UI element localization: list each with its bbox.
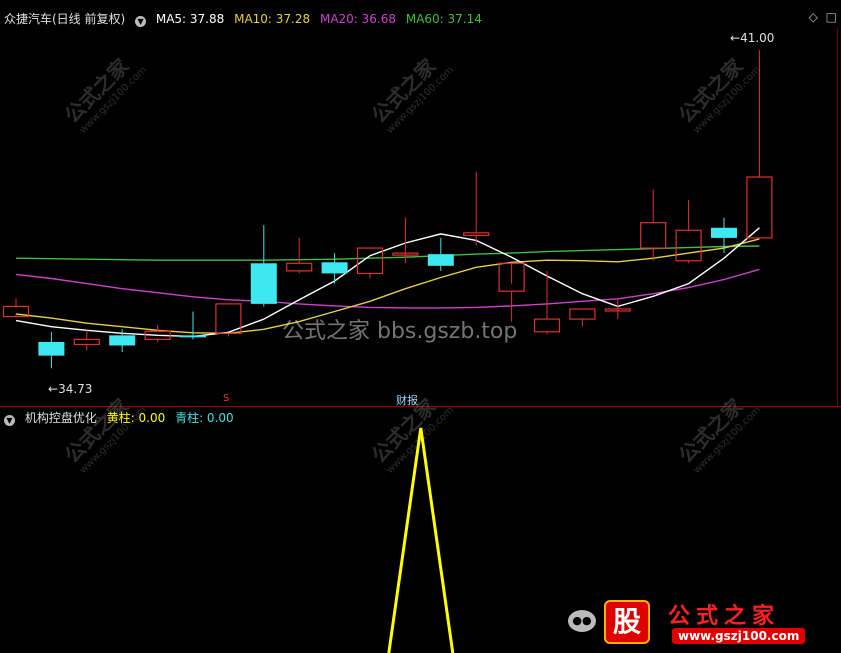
center-watermark: 公式之家 bbs.gszb.top xyxy=(282,319,518,344)
candle-body-up xyxy=(180,335,206,338)
top-right-controls: ◇ □ xyxy=(805,10,837,24)
ma20-line xyxy=(15,268,760,309)
candle-body-down xyxy=(640,222,667,249)
stock-chart-window: 众捷汽车(日线 前复权) ▼ MA5: 37.88 MA10: 37.28 MA… xyxy=(0,0,841,653)
dropdown-icon[interactable]: ▼ xyxy=(135,16,147,27)
cyan-bar-value: 青柱: 0.00 xyxy=(175,411,234,425)
candle-body-down xyxy=(286,262,313,272)
gu-badge: 股 xyxy=(604,600,650,644)
high-price-label: ←41.00 xyxy=(730,31,775,45)
candle-body-up xyxy=(109,335,136,346)
wechat-icon: ●● xyxy=(568,610,596,632)
brand-logo: ●● 股 公式之家 www.gszj100.com xyxy=(568,598,836,650)
candle-body-down xyxy=(73,338,100,346)
high-price-value: 41.00 xyxy=(740,31,775,45)
brand-url: www.gszj100.com xyxy=(672,628,806,644)
brand-name: 公式之家 xyxy=(668,604,781,629)
candle-body-up xyxy=(250,263,277,304)
stock-title[interactable]: 众捷汽车(日线 前复权) xyxy=(4,12,125,26)
candle-body-up xyxy=(711,227,737,238)
indicator-dropdown-icon[interactable]: ▼ xyxy=(4,415,15,426)
candle-body-down xyxy=(746,176,773,239)
candle-body-down xyxy=(533,318,561,333)
low-price-label: ←34.73 xyxy=(48,382,93,396)
diamond-icon[interactable]: ◇ xyxy=(809,10,818,24)
ma20-value: MA20: 36.68 xyxy=(319,12,397,26)
candle-body-up xyxy=(321,262,348,274)
candle-body-up xyxy=(38,341,65,356)
candle-body-down xyxy=(463,232,490,236)
maximize-icon[interactable]: □ xyxy=(826,10,837,24)
candle-body-down xyxy=(569,308,596,320)
low-price-value: 34.73 xyxy=(58,382,93,396)
ma10-value: MA10: 37.28 xyxy=(234,12,311,26)
candle-body-up xyxy=(427,254,454,266)
ma5-value: MA5: 37.88 xyxy=(155,12,225,26)
candle-body-down xyxy=(675,229,702,262)
sell-signal-marker: S xyxy=(223,393,230,404)
right-edge-rule xyxy=(837,28,838,406)
main-legend: 众捷汽车(日线 前复权) ▼ MA5: 37.88 MA10: 37.28 MA… xyxy=(4,10,488,27)
ma60-value: MA60: 37.14 xyxy=(405,12,482,26)
